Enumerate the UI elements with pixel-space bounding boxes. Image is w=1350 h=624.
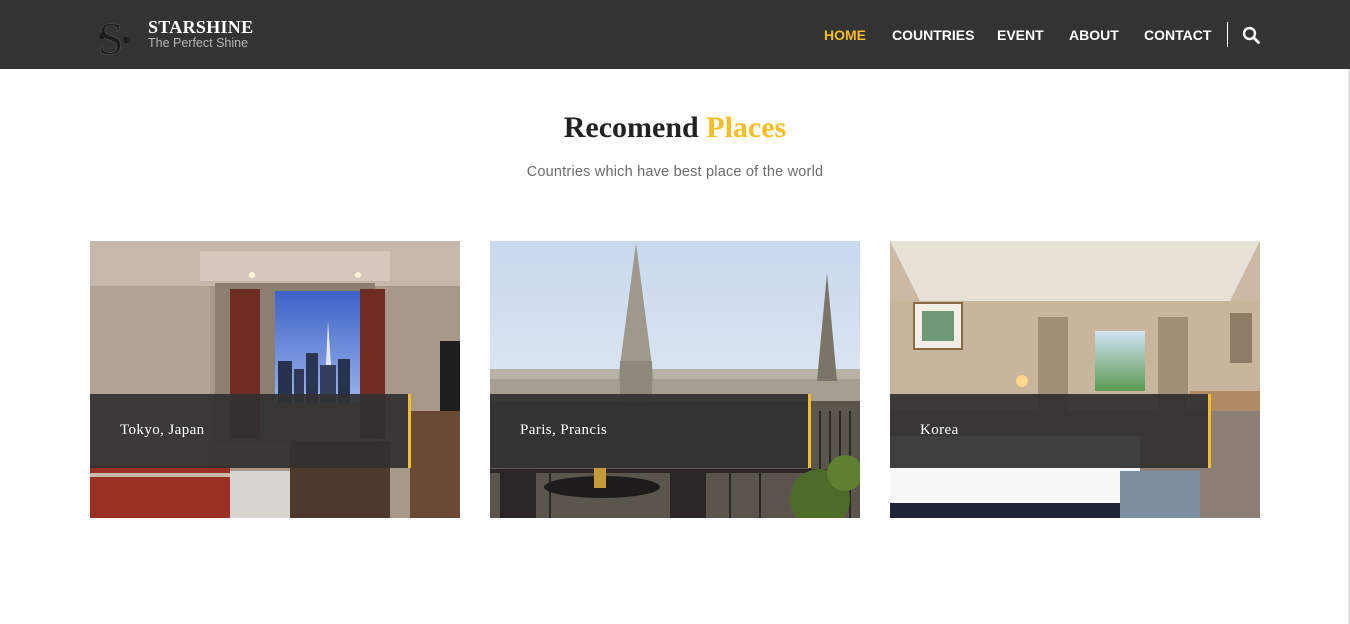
brand-logo[interactable]: S STARSHINE The Perfect Shine	[96, 14, 286, 60]
section-title-main: Recomend	[563, 111, 699, 144]
place-card-korea[interactable]: Korea	[890, 241, 1260, 518]
paris-view-photo	[490, 241, 860, 518]
search-icon[interactable]	[1242, 26, 1260, 44]
card-caption: Paris, Prancis	[490, 394, 811, 468]
card-caption-text: Korea	[920, 422, 959, 438]
korea-room-photo	[890, 241, 1260, 518]
nav-home[interactable]: HOME	[824, 27, 866, 43]
nav-divider	[1227, 22, 1228, 47]
card-caption-text: Paris, Prancis	[520, 422, 608, 438]
brand-name: STARSHINE	[148, 17, 254, 37]
section-title-accent: Places	[706, 111, 787, 144]
nav-countries[interactable]: COUNTRIES	[892, 27, 974, 43]
brand-tagline: The Perfect Shine	[148, 36, 249, 50]
card-caption: Tokyo, Japan	[90, 394, 411, 468]
section-subtitle: Countries which have best place of the w…	[526, 164, 824, 180]
card-caption: Korea	[890, 394, 1211, 468]
nav-event[interactable]: EVENT	[997, 27, 1044, 43]
place-card-paris[interactable]: Paris, Prancis	[490, 241, 860, 518]
navbar: S STARSHINE The Perfect Shine HOME COUNT…	[0, 0, 1350, 69]
nav-contact[interactable]: CONTACT	[1144, 27, 1211, 43]
logo-s-icon: S	[98, 14, 129, 60]
tokyo-room-photo	[90, 241, 460, 518]
section-title: Recomend Places	[0, 111, 1350, 145]
card-caption-text: Tokyo, Japan	[120, 422, 205, 438]
place-card-tokyo[interactable]: Tokyo, Japan	[90, 241, 460, 518]
nav-about[interactable]: ABOUT	[1069, 27, 1119, 43]
